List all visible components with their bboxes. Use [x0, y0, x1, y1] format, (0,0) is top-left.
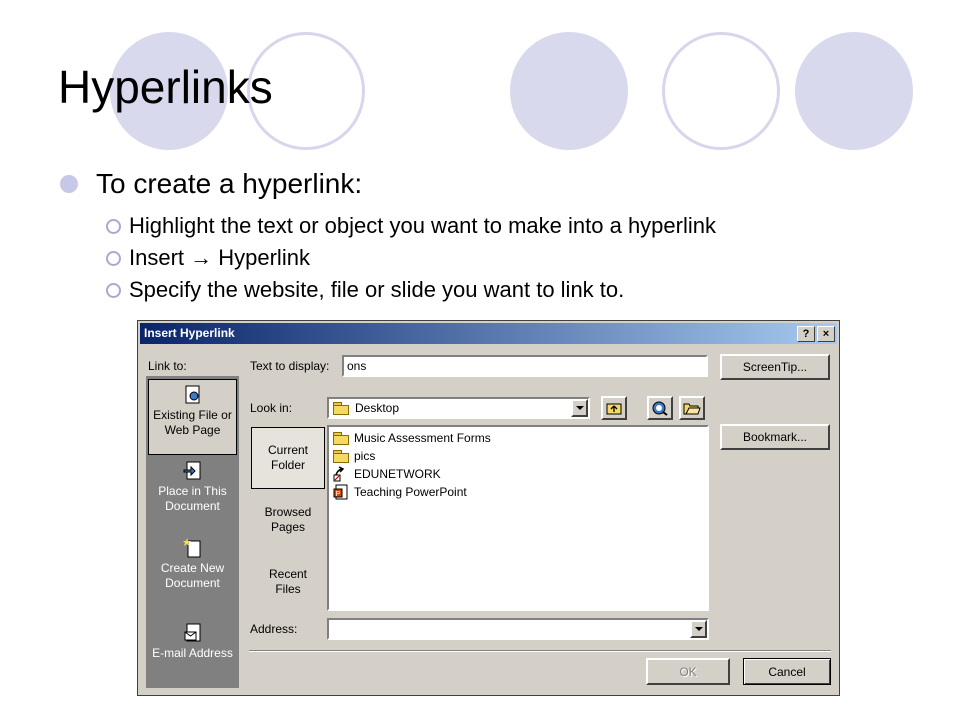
ring-bullet-icon — [106, 282, 121, 298]
main-bullet-text: To create a hyperlink: — [96, 168, 363, 199]
dialog-titlebar[interactable]: Insert Hyperlink ? × — [140, 323, 837, 344]
browse-file-button[interactable] — [679, 396, 705, 420]
link-target-line1: Create New — [160, 561, 225, 575]
look-in-label: Look in: — [250, 401, 293, 415]
chevron-down-icon — [575, 406, 584, 410]
folder-icon — [333, 450, 349, 463]
dialog-title: Insert Hyperlink — [144, 326, 235, 340]
link-target-line1: E-mail Address — [152, 646, 233, 660]
view-line2: Files — [275, 582, 301, 596]
text-to-display-label: Text to display: — [250, 359, 330, 373]
folder-icon — [333, 432, 349, 445]
file-list[interactable]: Music Assessment Forms pics EDUNETWORK P… — [327, 425, 709, 611]
ring-bullet-icon — [106, 250, 121, 266]
cancel-button[interactable]: Cancel — [743, 658, 831, 685]
bullet-list: To create a hyperlink: Highlight the tex… — [60, 168, 940, 306]
view-line1: Current — [267, 443, 308, 457]
new-document-icon — [182, 538, 200, 558]
decorative-circle — [795, 32, 913, 150]
powerpoint-file-icon: P — [333, 484, 348, 500]
decorative-circle — [510, 32, 628, 150]
shortcut-icon — [333, 466, 345, 482]
cancel-button-label: Cancel — [768, 664, 806, 679]
ok-button[interactable]: OK — [646, 658, 730, 685]
file-name: Teaching PowerPoint — [354, 485, 467, 499]
browse-web-button[interactable] — [647, 396, 673, 420]
link-email-address[interactable]: E-mail Address — [148, 610, 237, 686]
link-target-line2: Document — [165, 576, 220, 590]
bookmark-button-label: Bookmark... — [742, 430, 808, 444]
view-line1: Recent — [268, 567, 308, 581]
place-in-document-icon — [183, 461, 200, 480]
sub-bullet-text: Insert → Hyperlink — [129, 245, 310, 270]
email-icon — [184, 623, 200, 642]
view-browsed-pages[interactable]: Browsed Pages — [251, 489, 325, 551]
view-line1: Browsed — [264, 505, 312, 519]
view-current-folder[interactable]: Current Folder — [251, 427, 325, 489]
text-to-display-input[interactable]: ons — [342, 355, 708, 377]
look-in-dropdown-arrow[interactable] — [571, 399, 588, 417]
existing-file-icon — [185, 385, 199, 404]
file-list-item[interactable]: Music Assessment Forms — [333, 429, 491, 447]
screentip-button-label: ScreenTip... — [742, 360, 808, 374]
file-list-item[interactable]: pics — [333, 447, 375, 465]
folder-icon — [333, 402, 349, 415]
view-line2: Pages — [270, 520, 306, 534]
ring-bullet-icon — [106, 218, 121, 234]
svg-text:P: P — [336, 491, 341, 498]
sub-bullet: Highlight the text or object you want to… — [106, 210, 940, 242]
link-existing-file-or-web-page[interactable]: Existing File or Web Page — [148, 379, 237, 455]
close-button[interactable]: × — [817, 326, 835, 342]
slide-title: Hyperlinks — [58, 61, 273, 113]
help-button[interactable]: ? — [797, 326, 815, 342]
sub-bullet: Insert → Hyperlink — [106, 242, 940, 274]
look-in-value: Desktop — [355, 401, 400, 415]
link-target-line1: Existing File or — [153, 408, 232, 422]
chevron-down-icon — [694, 627, 703, 631]
view-line2: Folder — [270, 458, 305, 472]
link-target-line2: Document — [165, 499, 220, 513]
sub-bullet-text: Highlight the text or object you want to… — [129, 213, 716, 238]
link-target-line1: Place in This — [158, 484, 227, 498]
insert-hyperlink-dialog: Insert Hyperlink ? × Link to: Text to di… — [137, 320, 840, 696]
link-target-line2: Web Page — [164, 423, 221, 437]
file-name: EDUNETWORK — [354, 467, 441, 481]
browse-web-icon — [652, 401, 668, 416]
view-recent-files[interactable]: Recent Files — [251, 551, 325, 613]
link-create-new-document[interactable]: Create New Document — [148, 533, 237, 609]
main-bullet: To create a hyperlink: — [60, 168, 940, 200]
decorative-ring — [662, 32, 780, 150]
address-label: Address: — [250, 622, 298, 636]
screentip-button[interactable]: ScreenTip... — [720, 354, 830, 380]
bullet-dot-icon — [60, 175, 78, 193]
sub-bullet: Specify the website, file or slide you w… — [106, 274, 940, 306]
ok-button-label: OK — [679, 664, 697, 679]
separator — [249, 650, 831, 652]
link-place-in-this-document[interactable]: Place in This Document — [148, 456, 237, 532]
sub-bullet-text: Specify the website, file or slide you w… — [129, 277, 625, 302]
open-folder-icon — [683, 403, 701, 415]
look-in-dropdown[interactable]: Desktop — [327, 397, 590, 419]
up-one-folder-button[interactable] — [601, 396, 627, 420]
text-to-display-value: ons — [347, 359, 367, 373]
file-list-item[interactable]: EDUNETWORK — [333, 465, 441, 483]
file-name: Music Assessment Forms — [354, 431, 491, 445]
up-folder-icon — [606, 403, 622, 415]
bookmark-button[interactable]: Bookmark... — [720, 424, 830, 450]
view-panel: Current Folder Browsed Pages Recent Files — [249, 425, 327, 615]
link-to-label: Link to: — [148, 359, 187, 373]
address-input[interactable] — [327, 618, 709, 640]
address-dropdown-arrow[interactable] — [690, 620, 707, 638]
link-to-panel: Existing File or Web Page Place in This … — [146, 376, 239, 688]
file-list-item[interactable]: P Teaching PowerPoint — [333, 483, 467, 501]
file-name: pics — [354, 449, 376, 463]
